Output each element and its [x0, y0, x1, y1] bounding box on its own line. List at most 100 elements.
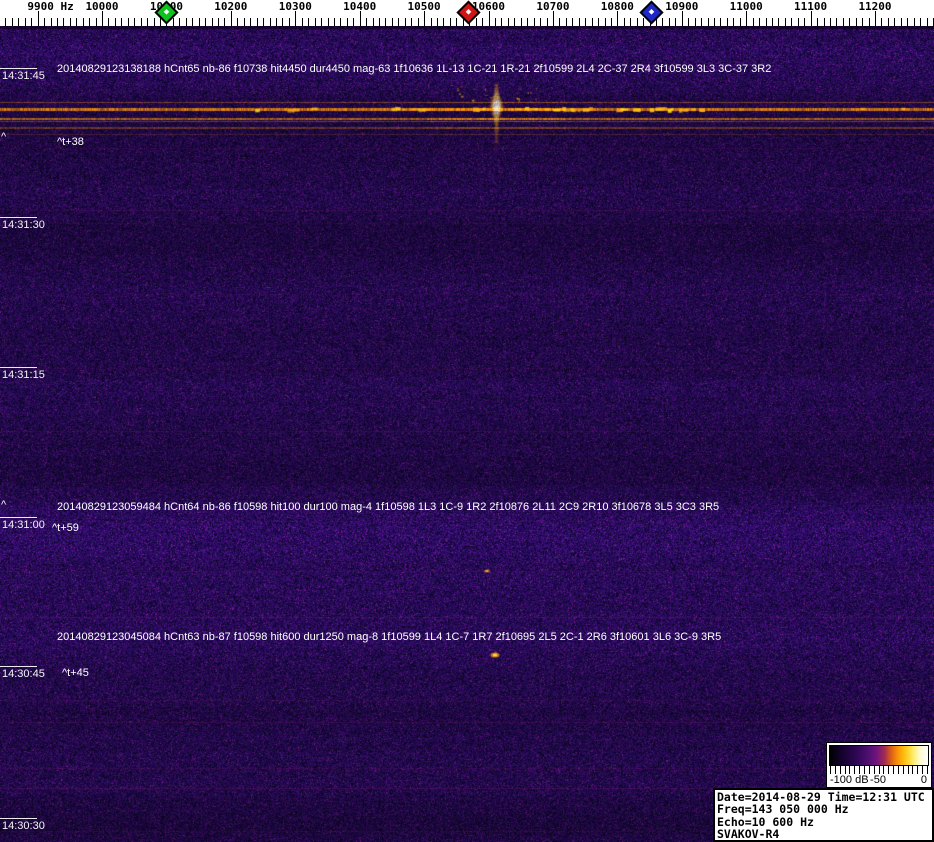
colorbar-tick — [840, 766, 841, 774]
freq-tick — [321, 18, 322, 26]
freq-tick — [57, 18, 58, 26]
freq-tick — [482, 18, 483, 26]
freq-tick — [424, 11, 425, 26]
colorbar-max-label: 0 — [921, 774, 927, 786]
meteor-spectrogram-app: 9900 Hz100001010010200103001040010500106… — [0, 0, 934, 842]
freq-tick — [108, 18, 109, 26]
freq-tick — [276, 18, 277, 26]
freq-tick — [785, 18, 786, 26]
info-frequency: Freq=143 050 000 Hz — [717, 803, 930, 815]
freq-tick — [759, 18, 760, 26]
marker-center-dot — [466, 9, 472, 15]
freq-tick — [115, 18, 116, 26]
freq-tick — [753, 18, 754, 26]
info-station-name: SVAKOV-R4 — [717, 828, 930, 840]
freq-tick — [907, 18, 908, 26]
freq-tick — [44, 18, 45, 26]
freq-tick — [617, 11, 618, 26]
colorbar-tick — [927, 766, 928, 774]
freq-tick — [662, 18, 663, 26]
colorbar-tick — [898, 766, 899, 774]
freq-tick — [856, 18, 857, 26]
freq-tick — [534, 18, 535, 26]
freq-tick — [843, 18, 844, 26]
freq-tick — [334, 18, 335, 26]
freq-tick — [566, 18, 567, 26]
freq-tick — [212, 18, 213, 26]
freq-tick — [527, 18, 528, 26]
freq-tick — [96, 18, 97, 26]
freq-tick — [592, 18, 593, 26]
freq-tick — [147, 18, 148, 26]
freq-tick — [804, 18, 805, 26]
freq-tick — [920, 18, 921, 26]
freq-tick — [250, 18, 251, 26]
freq-tick — [360, 11, 361, 26]
freq-tick — [772, 18, 773, 26]
freq-tick — [714, 18, 715, 26]
freq-tick — [881, 18, 882, 26]
colorbar-tick — [888, 766, 889, 774]
freq-tick — [598, 18, 599, 26]
freq-tick — [295, 11, 296, 26]
freq-tick — [798, 18, 799, 26]
freq-tick — [875, 11, 876, 26]
freq-tick — [817, 18, 818, 26]
freq-tick — [611, 18, 612, 26]
freq-tick — [340, 18, 341, 26]
freq-tick — [302, 18, 303, 26]
freq-tick — [89, 18, 90, 26]
freq-tick — [192, 18, 193, 26]
freq-tick — [199, 18, 200, 26]
freq-tick — [218, 18, 219, 26]
freq-tick — [585, 18, 586, 26]
freq-tick — [894, 18, 895, 26]
freq-tick — [501, 18, 502, 26]
freq-tick — [630, 18, 631, 26]
freq-tick — [540, 18, 541, 26]
freq-tick — [328, 18, 329, 26]
freq-tick — [733, 18, 734, 26]
freq-tick — [862, 18, 863, 26]
freq-tick — [141, 18, 142, 26]
freq-tick — [766, 18, 767, 26]
freq-tick — [231, 11, 232, 26]
colorbar-tick — [893, 766, 894, 774]
freq-tick — [450, 18, 451, 26]
freq-tick — [559, 18, 560, 26]
freq-tick — [385, 18, 386, 26]
freq-tick — [553, 11, 554, 26]
colorbar-gradient — [829, 745, 929, 766]
freq-tick — [63, 18, 64, 26]
freq-tick — [282, 18, 283, 26]
colorbar-tick — [883, 766, 884, 774]
freq-tick — [869, 18, 870, 26]
station-info-box: Date=2014-08-29 Time=12:31 UTC Freq=143 … — [713, 788, 934, 842]
spectrogram-canvas — [0, 26, 934, 842]
freq-tick — [675, 18, 676, 26]
colorbar-tick — [908, 766, 909, 774]
freq-tick — [579, 18, 580, 26]
freq-tick — [418, 18, 419, 26]
freq-tick — [443, 18, 444, 26]
freq-tick — [373, 18, 374, 26]
freq-tick — [914, 18, 915, 26]
freq-tick — [12, 18, 13, 26]
freq-tick — [289, 18, 290, 26]
freq-tick — [643, 18, 644, 26]
freq-tick — [456, 18, 457, 26]
freq-tick — [489, 11, 490, 26]
freq-tick — [431, 18, 432, 26]
freq-tick — [270, 18, 271, 26]
freq-tick — [38, 11, 39, 26]
freq-tick — [263, 18, 264, 26]
freq-tick — [669, 18, 670, 26]
freq-tick — [888, 18, 889, 26]
freq-tick — [637, 18, 638, 26]
freq-tick — [18, 18, 19, 26]
freq-tick — [25, 18, 26, 26]
freq-tick — [720, 18, 721, 26]
freq-tick — [308, 18, 309, 26]
colorbar-tick — [854, 766, 855, 774]
freq-tick — [476, 18, 477, 26]
